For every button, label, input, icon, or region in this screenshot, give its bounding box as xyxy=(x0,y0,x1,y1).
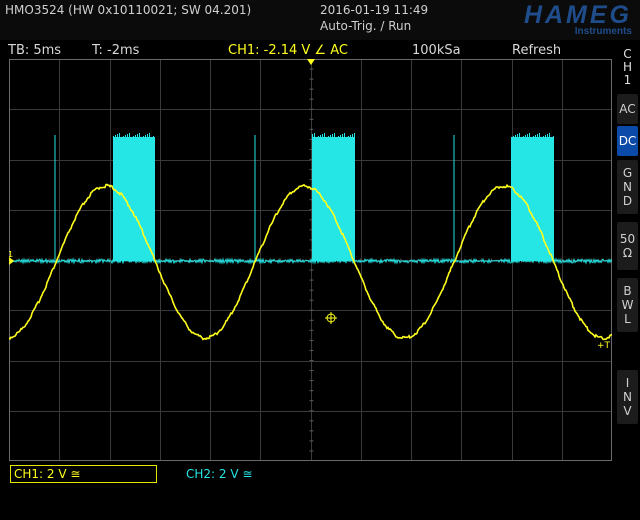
coupling-dc-button[interactable]: DC xyxy=(617,126,638,156)
oscilloscope-screen: HMO3524 (HW 0x10110021; SW 04.201) 2016-… xyxy=(0,0,640,520)
trigger-level-marker: +T xyxy=(597,341,611,351)
ch1-scale-readout[interactable]: CH1: 2 V ≅ xyxy=(14,468,80,480)
acquisition-mode-readout[interactable]: Refresh xyxy=(512,44,561,57)
impedance-50ohm-button[interactable]: 50 Ω xyxy=(617,222,638,270)
datetime: 2016-01-19 11:49 xyxy=(320,3,429,17)
coupling-ac-button[interactable]: AC xyxy=(617,94,638,124)
hameg-logo: HAMEG Instruments xyxy=(452,1,632,39)
side-menu-channel-label: C H 1 xyxy=(622,47,633,87)
svg-text:1: 1 xyxy=(9,250,13,259)
device-info: HMO3524 (HW 0x10110021; SW 04.201) xyxy=(5,3,252,17)
trigger-position-marker xyxy=(307,59,315,65)
ch2-burst xyxy=(312,137,355,261)
side-menu: C H 1 AC DC G N D 50 Ω B W L I N V xyxy=(615,40,640,520)
ch1-trigger-readout[interactable]: CH1: -2.14 V ∠ AC xyxy=(228,44,348,57)
ch2-burst xyxy=(511,137,554,261)
waveform-display: 1 +T xyxy=(9,59,612,461)
trigger-time-readout[interactable]: T: -2ms xyxy=(92,44,139,57)
logo-sub: Instruments xyxy=(574,26,632,37)
svg-text:+T: +T xyxy=(597,341,611,351)
sample-rate-readout: 100kSa xyxy=(412,43,461,58)
ground-marker: 1 xyxy=(9,250,14,265)
ch2-scale-readout[interactable]: CH2: 2 V ≅ xyxy=(186,468,252,480)
top-info-bar: HMO3524 (HW 0x10110021; SW 04.201) 2016-… xyxy=(0,0,640,40)
invert-button[interactable]: I N V xyxy=(617,370,638,424)
trigger-mode: Auto-Trig. / Run xyxy=(320,19,412,33)
timebase-readout[interactable]: TB: 5ms xyxy=(8,44,61,57)
bandwidth-limit-button[interactable]: B W L xyxy=(617,278,638,332)
trigger-point-marker xyxy=(325,312,337,324)
ch2-burst xyxy=(113,137,155,261)
coupling-gnd-button[interactable]: G N D xyxy=(617,160,638,214)
